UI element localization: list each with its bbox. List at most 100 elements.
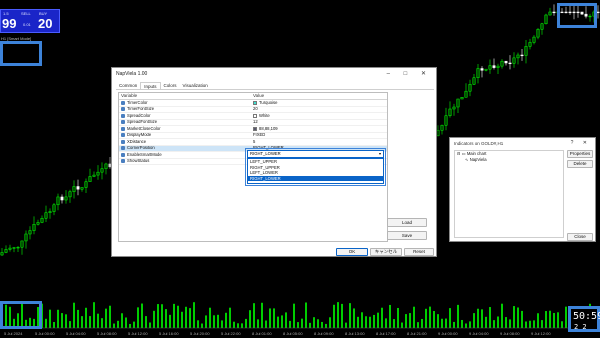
volume-bar	[437, 314, 439, 328]
volume-bar	[329, 317, 331, 328]
reset-button[interactable]: Reset	[404, 248, 434, 256]
volume-bar	[433, 311, 435, 328]
tree-child[interactable]: ∿ NapViela	[455, 157, 563, 163]
spread-value: 2 2	[574, 323, 587, 331]
close-button[interactable]: Close	[567, 233, 593, 241]
row-value[interactable]: FIXED	[251, 132, 387, 139]
time-axis-label: 5 Jul 00:00	[35, 331, 55, 336]
candle-body	[492, 65, 496, 68]
volume-bar	[289, 320, 291, 328]
value-text: White	[259, 112, 270, 118]
cancel-button[interactable]: キャンセル	[370, 248, 402, 256]
volume-bar	[61, 313, 63, 328]
volume-bar	[541, 320, 543, 328]
color-swatch-icon[interactable]	[253, 100, 257, 105]
volume-bar	[553, 312, 555, 328]
volume-bar	[193, 302, 195, 328]
corner-position-select[interactable]: RIGHT_LOWER ▾	[247, 150, 384, 158]
volume-bar	[393, 319, 395, 328]
volume-bar	[177, 305, 179, 328]
volume-bar	[89, 316, 91, 328]
tab-visualization[interactable]: Visualization	[180, 82, 211, 89]
candle-body	[60, 196, 64, 201]
color-swatch-icon[interactable]	[253, 126, 257, 131]
tab-inputs[interactable]: Inputs	[140, 82, 161, 89]
row-value[interactable]: 5	[251, 139, 387, 145]
volume-bar	[113, 323, 115, 328]
row-value[interactable]: Turquoise	[251, 100, 387, 106]
properties-button[interactable]: Properties	[567, 150, 593, 158]
volume-bar	[389, 304, 391, 328]
bid-price[interactable]: 99	[2, 17, 16, 30]
volume-bar	[93, 302, 95, 328]
volume-bar	[549, 310, 551, 328]
save-button[interactable]: Save	[387, 231, 427, 240]
volume-bar	[217, 314, 219, 328]
indicators-list-dialog[interactable]: Indicators on GOLD#,H1 ? ✕ ⊟ ▭ Main char…	[449, 137, 596, 242]
tab-common[interactable]: Common	[116, 82, 140, 89]
volume-bar	[81, 316, 83, 328]
volume-bar	[401, 322, 403, 328]
lot-size: 0.01	[23, 22, 31, 27]
dropdown-option[interactable]: RIGHT_LOWER	[248, 175, 383, 181]
volume-bar	[489, 307, 491, 328]
variable-name: DisplayMode	[127, 132, 152, 138]
volume-bar	[493, 320, 495, 328]
candle-body	[508, 62, 512, 65]
time-axis-label: 5 Jul 22:00	[221, 331, 241, 336]
volume-bar	[253, 303, 255, 328]
chevron-down-icon[interactable]: ▾	[379, 151, 381, 157]
volume-bar	[305, 302, 307, 328]
volume-bar	[385, 318, 387, 328]
time-axis-label: 8 Jul 13:00	[345, 331, 365, 336]
volume-bar	[453, 321, 455, 328]
volume-bar	[529, 320, 531, 328]
row-value[interactable]: 20	[251, 106, 387, 113]
parameter-icon	[121, 100, 125, 105]
volume-bar	[449, 308, 451, 328]
row-variable: TimerFontSize	[119, 107, 251, 113]
volume-bar	[185, 306, 187, 328]
side-window-controls[interactable]: ? ✕	[571, 140, 591, 146]
volume-bar	[85, 307, 87, 328]
variable-name: ShowStatus	[127, 158, 150, 164]
volume-bar	[229, 307, 231, 328]
volume-bar	[257, 319, 259, 328]
volume-bar	[485, 316, 487, 328]
parameter-icon	[121, 159, 125, 164]
volume-bar	[213, 315, 215, 328]
indicator-tree[interactable]: ⊟ ▭ Main chart ∿ NapViela	[454, 150, 564, 238]
select-current-value: RIGHT_LOWER	[250, 151, 281, 156]
quote-panel[interactable]: 1.5 SELL BUY 99 0.01 20	[0, 9, 60, 33]
time-axis-label: 5 Jul 04:00	[66, 331, 86, 336]
time-axis-label: 8 Jul 09:00	[314, 331, 334, 336]
tab-colors[interactable]: Colors	[161, 82, 180, 89]
volume-bar	[565, 306, 567, 328]
window-controls[interactable]: – □ ✕	[387, 70, 432, 77]
row-value[interactable]: 12	[251, 119, 387, 126]
volume-bar	[281, 315, 283, 328]
volume-bar	[265, 320, 267, 328]
volume-bar	[77, 309, 79, 328]
parameter-icon	[121, 133, 125, 138]
row-value[interactable]: 88,88,109	[251, 126, 387, 132]
volume-bar	[285, 312, 287, 328]
ask-price[interactable]: 20	[38, 17, 52, 30]
volume-bar	[161, 304, 163, 328]
volume-bar	[421, 318, 423, 328]
parameter-icon	[121, 113, 125, 118]
timer-countdown: 50:59	[573, 311, 600, 322]
volume-bar	[313, 317, 315, 328]
delete-button[interactable]: Delete	[567, 160, 593, 168]
time-axis-label: 8 Jul 01:00	[252, 331, 272, 336]
volume-bar	[173, 303, 175, 328]
load-button[interactable]: Load	[387, 218, 427, 227]
corner-position-options[interactable]: LEFT_UPPER RIGHT_UPPER LEFT_LOWER RIGHT_LOW…	[247, 158, 384, 184]
volume-bar	[197, 320, 199, 328]
row-value[interactable]: White	[251, 113, 387, 119]
volume-bar	[397, 307, 399, 328]
time-axis-label: 8 Jul 05:00	[283, 331, 303, 336]
ok-button[interactable]: OK	[336, 248, 368, 256]
volume-bar	[465, 323, 467, 328]
color-swatch-icon[interactable]	[253, 113, 257, 118]
